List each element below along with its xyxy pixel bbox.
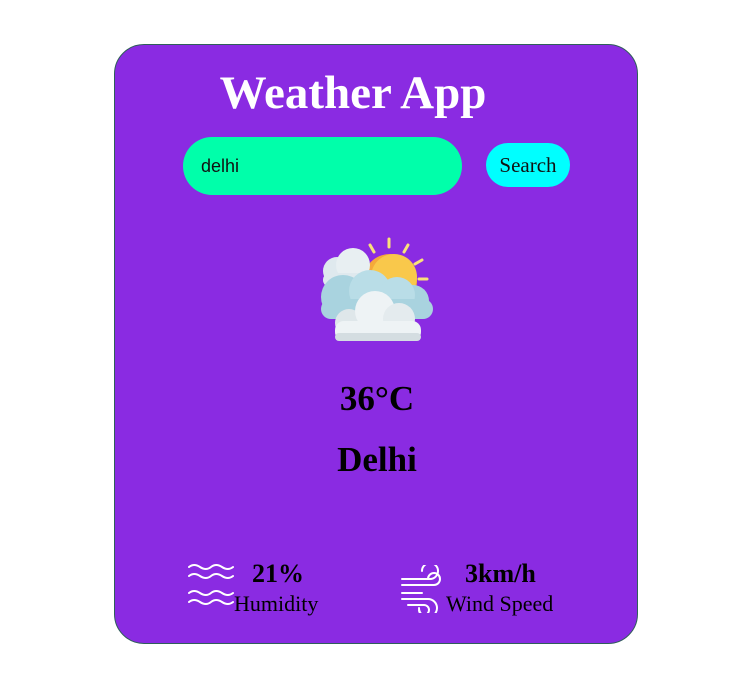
search-button[interactable]: Search (486, 143, 570, 187)
wind-icon (400, 562, 446, 618)
weather-card: Weather App Search (114, 44, 638, 644)
humidity-label: Humidity (234, 591, 319, 616)
sun-behind-clouds-icon (315, 235, 439, 345)
city-name: Delhi (337, 440, 417, 479)
humidity-value: 21% (252, 559, 304, 588)
app-title: Weather App (219, 67, 487, 119)
wind-value: 3km/h (465, 559, 536, 588)
humidity-stat: 21% Humidity (188, 557, 348, 621)
wind-stat: 3km/h Wind Speed (400, 557, 580, 621)
temperature-value: 36°C (339, 379, 415, 418)
wind-label: Wind Speed (446, 591, 554, 616)
city-search-input[interactable] (183, 137, 462, 195)
waves-icon (188, 563, 234, 611)
